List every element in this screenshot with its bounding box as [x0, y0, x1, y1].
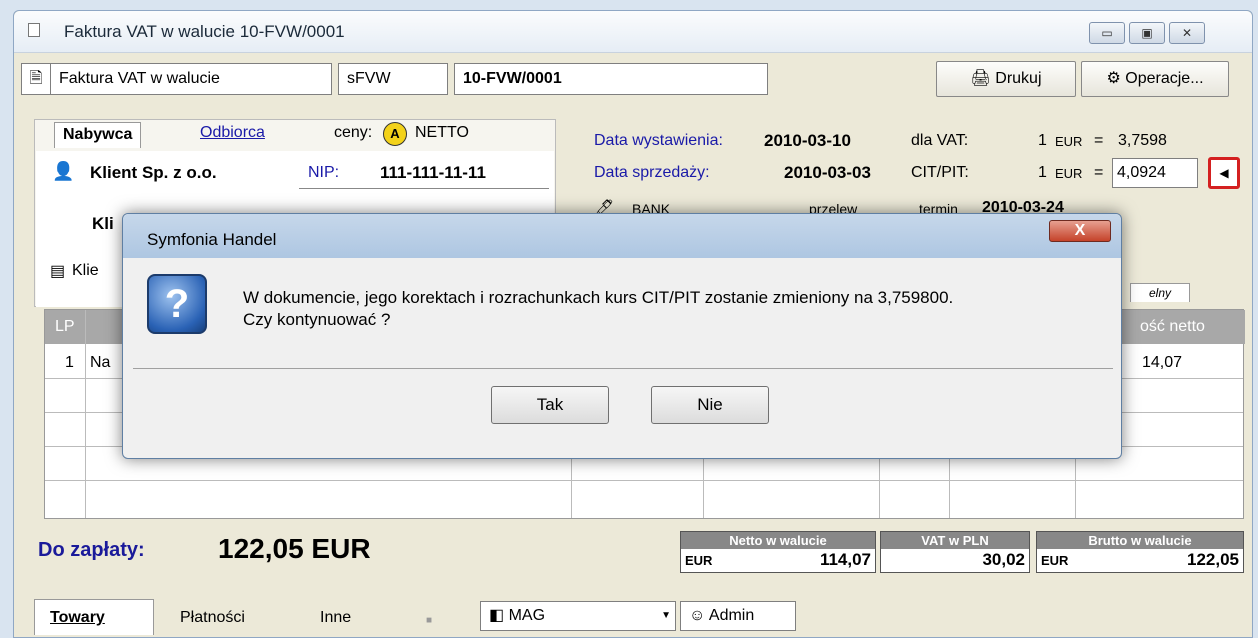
mag-value: MAG — [508, 607, 546, 624]
tab-buyer[interactable]: Nabywca — [54, 122, 142, 148]
row1-name[interactable]: Na — [90, 354, 110, 372]
cit-rate-field[interactable]: 4,0924 — [1112, 158, 1198, 188]
person-icon: 👤 — [52, 161, 75, 181]
col-lp[interactable]: LP — [55, 318, 75, 336]
dialog-body: ? W dokumencie, jego korektach i rozrach… — [133, 258, 1113, 452]
grid-line — [45, 480, 1243, 481]
vat-currency: EUR — [1055, 134, 1083, 149]
brutto-value: 122,05 — [1187, 550, 1239, 569]
no-button[interactable]: Nie — [651, 386, 769, 424]
dialog-divider — [133, 368, 1113, 369]
row1-netto[interactable]: 14,07 — [1142, 354, 1182, 372]
prices-mode-icon[interactable]: A — [383, 122, 407, 146]
doc-number-field[interactable]: 10-FVW/0001 — [454, 63, 768, 95]
nip-label: NIP: — [308, 164, 340, 181]
document-icon — [28, 23, 40, 37]
buyer-name[interactable]: Klient Sp. z o.o. — [90, 163, 217, 183]
window-title: Faktura VAT w walucie 10-FVW/0001 — [64, 22, 345, 41]
row1-lp[interactable]: 1 — [65, 354, 74, 372]
cit-eq: = — [1094, 164, 1104, 181]
col-netto[interactable]: ość netto — [1140, 318, 1205, 336]
question-icon: ? — [147, 274, 207, 334]
tab-platnosci[interactable]: Płatności — [180, 609, 245, 627]
copy-rate-arrow-button[interactable]: ◀ — [1208, 157, 1240, 189]
tab-towary[interactable]: Towary — [50, 609, 105, 627]
user-icon: ☺ — [689, 607, 709, 624]
tab-recipient[interactable]: Odbiorca — [200, 124, 265, 142]
doc-type-icon[interactable]: 🗎 — [21, 63, 51, 95]
nip-value: 111-111-11-11 — [380, 163, 486, 182]
cit-label: CIT/PIT: — [911, 164, 969, 181]
minimize-button[interactable]: ▭ — [1089, 22, 1125, 44]
vat-head: VAT w PLN — [881, 532, 1029, 549]
dialog-title: Symfonia Handel — [147, 230, 277, 249]
doc-code-field[interactable]: sFVW — [338, 63, 448, 95]
vat-value: 30,02 — [982, 550, 1025, 569]
total-amount: 122,05 EUR — [218, 533, 371, 564]
issue-date[interactable]: 2010-03-10 — [764, 131, 851, 151]
title-bar: Faktura VAT w walucie 10-FVW/0001 ▭ ▣ ✕ — [14, 11, 1252, 53]
operations-button[interactable]: ⚙ Operacje... — [1081, 61, 1229, 97]
brutto-currency: EUR — [1041, 553, 1069, 568]
nip-underline — [299, 188, 549, 189]
cit-qty: 1 — [1038, 164, 1047, 181]
grid-line — [85, 310, 86, 518]
chevron-down-icon[interactable]: ▼ — [661, 602, 671, 630]
user-value: Admin — [708, 607, 755, 624]
tab-inne[interactable]: Inne — [320, 609, 351, 627]
dialog-titlebar: Symfonia Handel X — [123, 214, 1121, 258]
brutto-head: Brutto w walucie — [1037, 532, 1243, 549]
brutto-row: EUR 122,05 — [1037, 549, 1243, 571]
maximize-button[interactable]: ▣ — [1129, 22, 1165, 44]
sale-date[interactable]: 2010-03-03 — [784, 163, 871, 183]
confirm-dialog: Symfonia Handel X ? W dokumencie, jego k… — [122, 213, 1122, 459]
doc-type-field[interactable]: Faktura VAT w walucie — [50, 63, 332, 95]
dialog-message-line2: Czy kontynuować ? — [243, 310, 391, 329]
mag-icon: ◧ — [489, 607, 509, 624]
print-button[interactable]: 🖨 Drukuj — [936, 61, 1076, 97]
vat-rate[interactable]: 3,7598 — [1118, 132, 1167, 150]
user-field[interactable]: ☺ Admin — [680, 601, 796, 631]
brutto-box: Brutto w walucie EUR 122,05 — [1036, 531, 1244, 573]
cit-currency: EUR — [1055, 166, 1083, 181]
close-window-button[interactable]: ✕ — [1169, 22, 1205, 44]
sale-date-label: Data sprzedaży: — [594, 164, 710, 181]
prices-label: ceny: — [334, 124, 373, 141]
netto-row: EUR 114,07 — [681, 549, 875, 571]
issue-date-label: Data wystawienia: — [594, 132, 723, 149]
netto-value: 114,07 — [819, 550, 871, 569]
dialog-message-line1: W dokumencie, jego korektach i rozrachun… — [243, 288, 954, 307]
contact-card-icon: ▤ — [50, 263, 66, 280]
buyer-name-2: Kli — [92, 214, 114, 233]
printer-icon: 🖨 — [970, 70, 996, 87]
tab-right[interactable]: elny — [1130, 283, 1191, 302]
contact-label: Klie — [72, 262, 99, 279]
dialog-close-button[interactable]: X — [1049, 220, 1111, 242]
vat-qty: 1 — [1038, 132, 1047, 149]
vat-label: dla VAT: — [911, 132, 969, 149]
status-indicator: ■ — [426, 615, 433, 626]
yes-button[interactable]: Tak — [491, 386, 609, 424]
netto-currency: EUR — [685, 553, 713, 568]
netto-box: Netto w walucie EUR 114,07 — [680, 531, 876, 573]
mag-select[interactable]: ◧ MAG ▼ — [480, 601, 676, 631]
netto-head: Netto w walucie — [681, 532, 875, 549]
vat-box: VAT w PLN 30,02 — [880, 531, 1030, 573]
vat-eq: = — [1094, 132, 1104, 149]
gears-icon: ⚙ — [1106, 70, 1126, 87]
prices-mode: NETTO — [415, 124, 469, 141]
total-label: Do zapłaty: — [38, 539, 145, 561]
